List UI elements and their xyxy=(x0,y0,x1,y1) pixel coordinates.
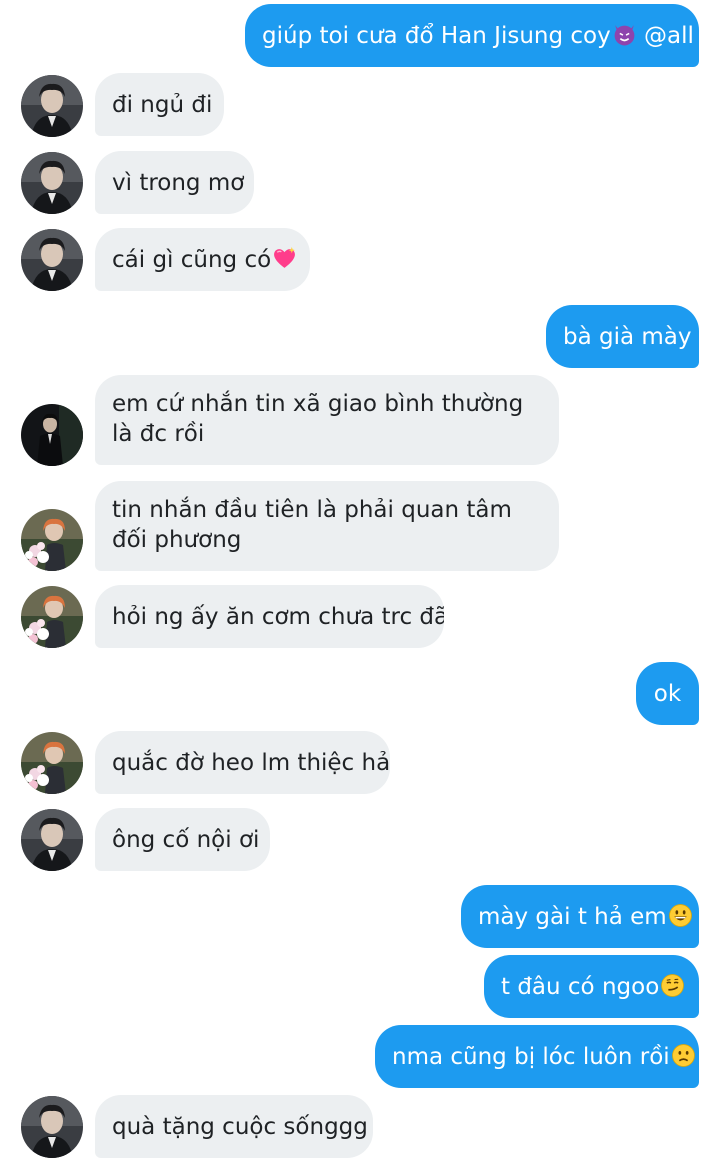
message-text: em cứ nhắn tin xã giao bình thường là đc… xyxy=(112,391,524,447)
received-message-bubble[interactable]: vì trong mơ xyxy=(95,151,254,214)
message-text: tin nhắn đầu tiên là phải quan tâm đối p… xyxy=(112,497,512,553)
received-message-bubble[interactable]: ông cố nội ơi xyxy=(95,808,270,871)
message-text: mày gài t hả em xyxy=(478,904,667,930)
message-text: giúp toi cưa đổ Han Jisung coy xyxy=(262,23,611,49)
sent-message-bubble[interactable]: nma cũng bị lóc luôn rồi xyxy=(375,1025,699,1088)
received-message-bubble[interactable]: em cứ nhắn tin xã giao bình thường là đc… xyxy=(95,375,559,465)
received-message-bubble[interactable]: quà tặng cuộc sốnggg xyxy=(95,1095,373,1158)
sent-message-bubble[interactable]: mày gài t hả em xyxy=(461,885,699,948)
chat-thread: giúp toi cưa đổ Han Jisung coy @all đi n… xyxy=(0,0,720,1170)
received-message-bubble[interactable]: đi ngủ đi xyxy=(95,73,224,136)
received-message-bubble[interactable]: hỏi ng ấy ăn cơm chưa trc đã xyxy=(95,585,444,648)
message-text: cái gì cũng có xyxy=(112,247,272,273)
sparkling-heart-emoji-icon xyxy=(272,246,297,271)
grinning-face-emoji-icon xyxy=(668,903,693,928)
message-text: nma cũng bị lóc luôn rồi xyxy=(392,1044,670,1070)
message-text: đi ngủ đi xyxy=(112,92,213,118)
message-text: t đâu có ngoo xyxy=(501,974,660,1000)
sent-message-bubble[interactable]: t đâu có ngoo xyxy=(484,955,699,1018)
avatar-flowers[interactable] xyxy=(21,732,83,794)
received-message-bubble[interactable]: cái gì cũng có xyxy=(95,228,310,291)
avatar-suit[interactable] xyxy=(21,404,83,466)
sent-message-bubble[interactable]: ok xyxy=(636,662,699,725)
avatar-dark[interactable] xyxy=(21,229,83,291)
sent-message-bubble[interactable]: bà già mày xyxy=(546,305,699,368)
message-text: vì trong mơ xyxy=(112,170,245,196)
avatar-dark[interactable] xyxy=(21,809,83,871)
message-text: bà già mày xyxy=(563,324,692,350)
message-text: hỏi ng ấy ăn cơm chưa trc đã xyxy=(112,604,444,630)
message-text: ok xyxy=(653,681,682,707)
smirking-face-emoji-icon xyxy=(660,973,685,998)
smiling-imp-emoji-icon xyxy=(612,22,637,47)
mention-text: @all xyxy=(636,23,694,49)
avatar-dark[interactable] xyxy=(21,75,83,137)
avatar-dark[interactable] xyxy=(21,1096,83,1158)
message-text: quắc đờ heo lm thiệc hả xyxy=(112,750,390,776)
avatar-flowers[interactable] xyxy=(21,586,83,648)
message-text: quà tặng cuộc sốnggg xyxy=(112,1114,368,1140)
message-text: ông cố nội ơi xyxy=(112,827,260,853)
slightly-frowning-face-emoji-icon xyxy=(671,1043,696,1068)
received-message-bubble[interactable]: quắc đờ heo lm thiệc hả xyxy=(95,731,390,794)
avatar-dark[interactable] xyxy=(21,152,83,214)
received-message-bubble[interactable]: tin nhắn đầu tiên là phải quan tâm đối p… xyxy=(95,481,559,571)
sent-message-bubble[interactable]: giúp toi cưa đổ Han Jisung coy @all xyxy=(245,4,699,67)
avatar-flowers[interactable] xyxy=(21,509,83,571)
